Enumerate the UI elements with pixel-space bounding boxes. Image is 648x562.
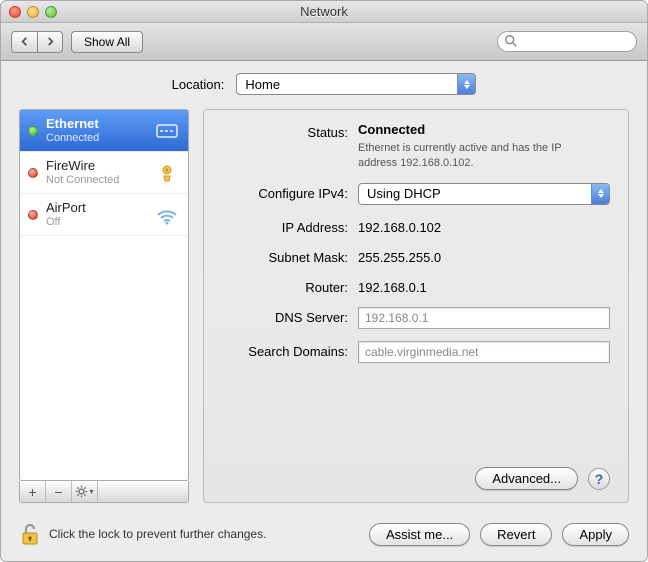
body-row: Ethernet Connected FireWire Not Connecte xyxy=(19,109,629,503)
location-row: Location: Home xyxy=(19,73,629,95)
plus-icon: + xyxy=(28,484,36,500)
add-interface-button[interactable]: + xyxy=(20,481,46,502)
nav-segmented xyxy=(11,31,63,53)
location-value: Home xyxy=(245,77,457,92)
interface-list: Ethernet Connected FireWire Not Connecte xyxy=(19,109,189,481)
mask-label: Subnet Mask: xyxy=(222,247,348,265)
show-all-button[interactable]: Show All xyxy=(71,31,143,53)
back-button[interactable] xyxy=(11,31,37,53)
chevron-right-icon xyxy=(46,37,55,46)
details-panel: Status: Connected Ethernet is currently … xyxy=(203,109,629,503)
sidebar-item-sub: Off xyxy=(46,216,146,229)
minus-icon: − xyxy=(54,484,62,500)
popup-arrows-icon xyxy=(591,184,609,204)
action-menu-button[interactable]: ▾ xyxy=(72,481,98,502)
help-button[interactable]: ? xyxy=(588,468,610,490)
titlebar: Network xyxy=(1,1,647,23)
revert-button[interactable]: Revert xyxy=(480,523,552,546)
chevron-down-icon: ▾ xyxy=(89,487,93,496)
minimize-window-button[interactable] xyxy=(27,6,39,18)
location-label: Location: xyxy=(172,77,225,92)
ip-value: 192.168.0.102 xyxy=(358,217,610,235)
location-popup[interactable]: Home xyxy=(236,73,476,95)
apply-button[interactable]: Apply xyxy=(562,523,629,546)
ip-label: IP Address: xyxy=(222,217,348,235)
status-dot-icon xyxy=(28,126,38,136)
firewire-icon xyxy=(154,162,180,184)
assist-button[interactable]: Assist me... xyxy=(369,523,470,546)
status-value: Connected xyxy=(358,122,610,137)
sidebar-item-sub: Not Connected xyxy=(46,174,146,187)
dns-input[interactable] xyxy=(358,307,610,329)
status-label: Status: xyxy=(222,122,348,140)
router-value: 192.168.0.1 xyxy=(358,277,610,295)
chevron-left-icon xyxy=(20,37,29,46)
network-prefs-window: Network Show All Location: Home xyxy=(0,0,648,562)
status-description: Ethernet is currently active and has the… xyxy=(358,141,598,171)
window-controls xyxy=(9,6,57,18)
router-label: Router: xyxy=(222,277,348,295)
search-icon xyxy=(504,34,518,48)
gear-icon xyxy=(75,485,88,498)
search-wrap xyxy=(497,31,637,52)
sidebar-item-label: FireWire xyxy=(46,159,146,174)
dns-label: DNS Server: xyxy=(222,307,348,325)
status-dot-icon xyxy=(28,210,38,220)
ethernet-icon xyxy=(154,120,180,142)
zoom-window-button[interactable] xyxy=(45,6,57,18)
configure-value: Using DHCP xyxy=(367,186,591,201)
content: Location: Home Ethernet Connected xyxy=(1,61,647,511)
status-dot-icon xyxy=(28,168,38,178)
toolbar: Show All xyxy=(1,23,647,61)
search-domains-label: Search Domains: xyxy=(222,341,348,359)
search-input[interactable] xyxy=(497,31,637,52)
forward-button[interactable] xyxy=(37,31,63,53)
lock-area: Click the lock to prevent further change… xyxy=(19,521,359,547)
window-title: Network xyxy=(1,4,647,19)
sidebar-item-airport[interactable]: AirPort Off xyxy=(20,194,188,236)
popup-arrows-icon xyxy=(457,74,475,94)
configure-ipv4-popup[interactable]: Using DHCP xyxy=(358,183,610,205)
advanced-button[interactable]: Advanced... xyxy=(475,467,578,490)
sidebar-item-label: AirPort xyxy=(46,201,146,216)
close-window-button[interactable] xyxy=(9,6,21,18)
sidebar-item-ethernet[interactable]: Ethernet Connected xyxy=(20,110,188,152)
sidebar: Ethernet Connected FireWire Not Connecte xyxy=(19,109,189,503)
remove-interface-button[interactable]: − xyxy=(46,481,72,502)
sidebar-footer: + − xyxy=(19,481,189,503)
sidebar-item-firewire[interactable]: FireWire Not Connected xyxy=(20,152,188,194)
lock-text: Click the lock to prevent further change… xyxy=(49,527,266,541)
help-icon: ? xyxy=(595,471,604,487)
configure-label: Configure IPv4: xyxy=(222,183,348,201)
sidebar-item-label: Ethernet xyxy=(46,117,146,132)
wifi-icon xyxy=(154,204,180,226)
bottom-bar: Click the lock to prevent further change… xyxy=(1,511,647,561)
lock-open-icon[interactable] xyxy=(19,521,41,547)
sidebar-item-sub: Connected xyxy=(46,132,146,145)
mask-value: 255.255.255.0 xyxy=(358,247,610,265)
search-domains-input[interactable] xyxy=(358,341,610,363)
